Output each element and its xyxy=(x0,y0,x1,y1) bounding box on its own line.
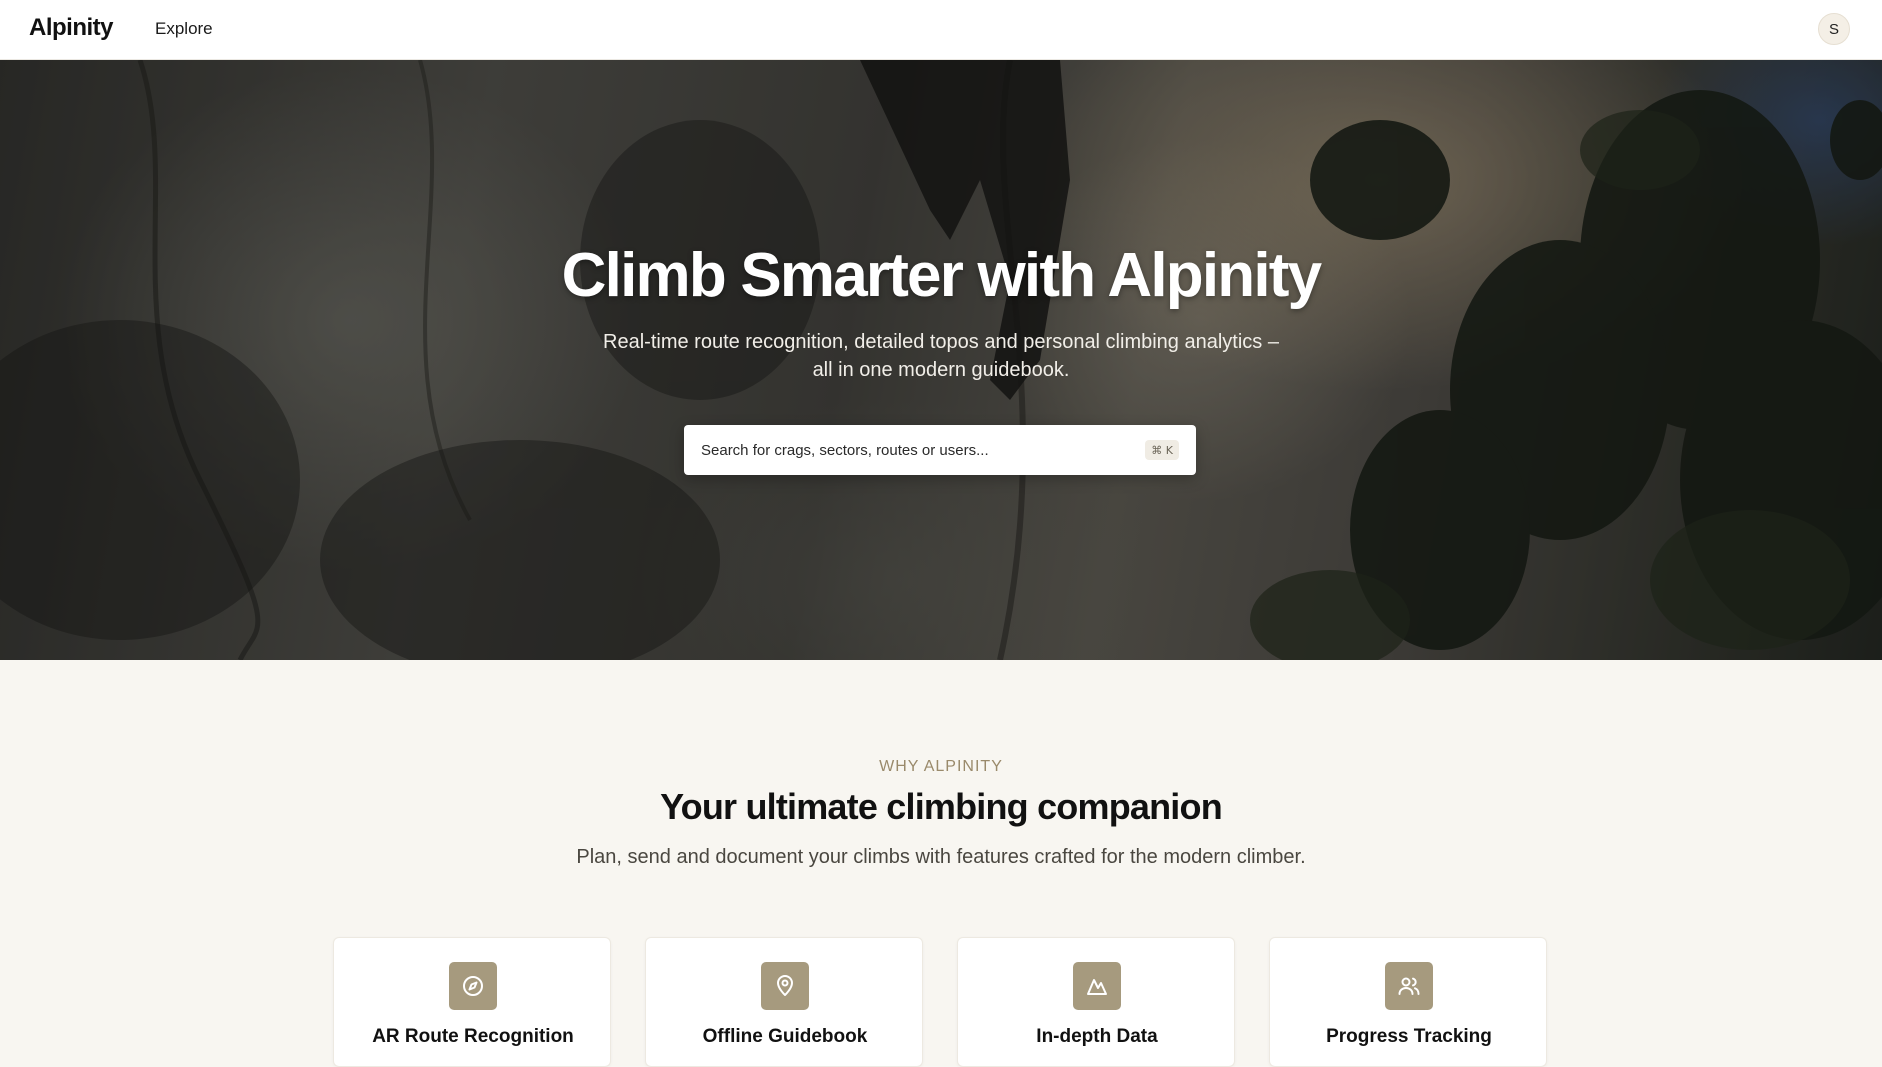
feature-card[interactable]: In-depth Data xyxy=(957,937,1235,1067)
search-bar[interactable]: ⌘ K xyxy=(684,425,1196,475)
top-navbar: Alpinity Explore S xyxy=(0,0,1882,60)
nav-link-explore[interactable]: Explore xyxy=(155,19,213,39)
hero-subtitle: Real-time route recognition, detailed to… xyxy=(603,331,1279,381)
compass-icon xyxy=(449,962,497,1010)
feature-title: In-depth Data xyxy=(1036,1026,1158,1047)
hero-section: Climb Smarter with Alpinity Real-time ro… xyxy=(0,60,1882,660)
section-title: Your ultimate climbing companion xyxy=(660,786,1223,827)
section-subtitle: Plan, send and document your climbs with… xyxy=(576,846,1306,868)
hero-title: Climb Smarter with Alpinity xyxy=(561,241,1322,310)
mountain-icon xyxy=(1073,962,1121,1010)
search-input[interactable] xyxy=(701,441,1121,459)
map-pin-icon xyxy=(761,962,809,1010)
feature-card[interactable]: Progress Tracking xyxy=(1269,937,1547,1067)
feature-title: AR Route Recognition xyxy=(372,1026,574,1047)
feature-title: Progress Tracking xyxy=(1326,1026,1492,1047)
section-eyebrow: WHY ALPINITY xyxy=(879,758,1003,775)
keyboard-shortcut-badge: ⌘ K xyxy=(1145,440,1179,460)
feature-title: Offline Guidebook xyxy=(702,1026,868,1047)
brand-logo[interactable]: Alpinity xyxy=(29,14,114,42)
user-avatar[interactable]: S xyxy=(1818,13,1850,45)
avatar-initial: S xyxy=(1828,20,1839,38)
feature-card[interactable]: Offline Guidebook xyxy=(645,937,923,1067)
users-icon xyxy=(1385,962,1433,1010)
feature-card[interactable]: AR Route Recognition xyxy=(333,937,611,1067)
